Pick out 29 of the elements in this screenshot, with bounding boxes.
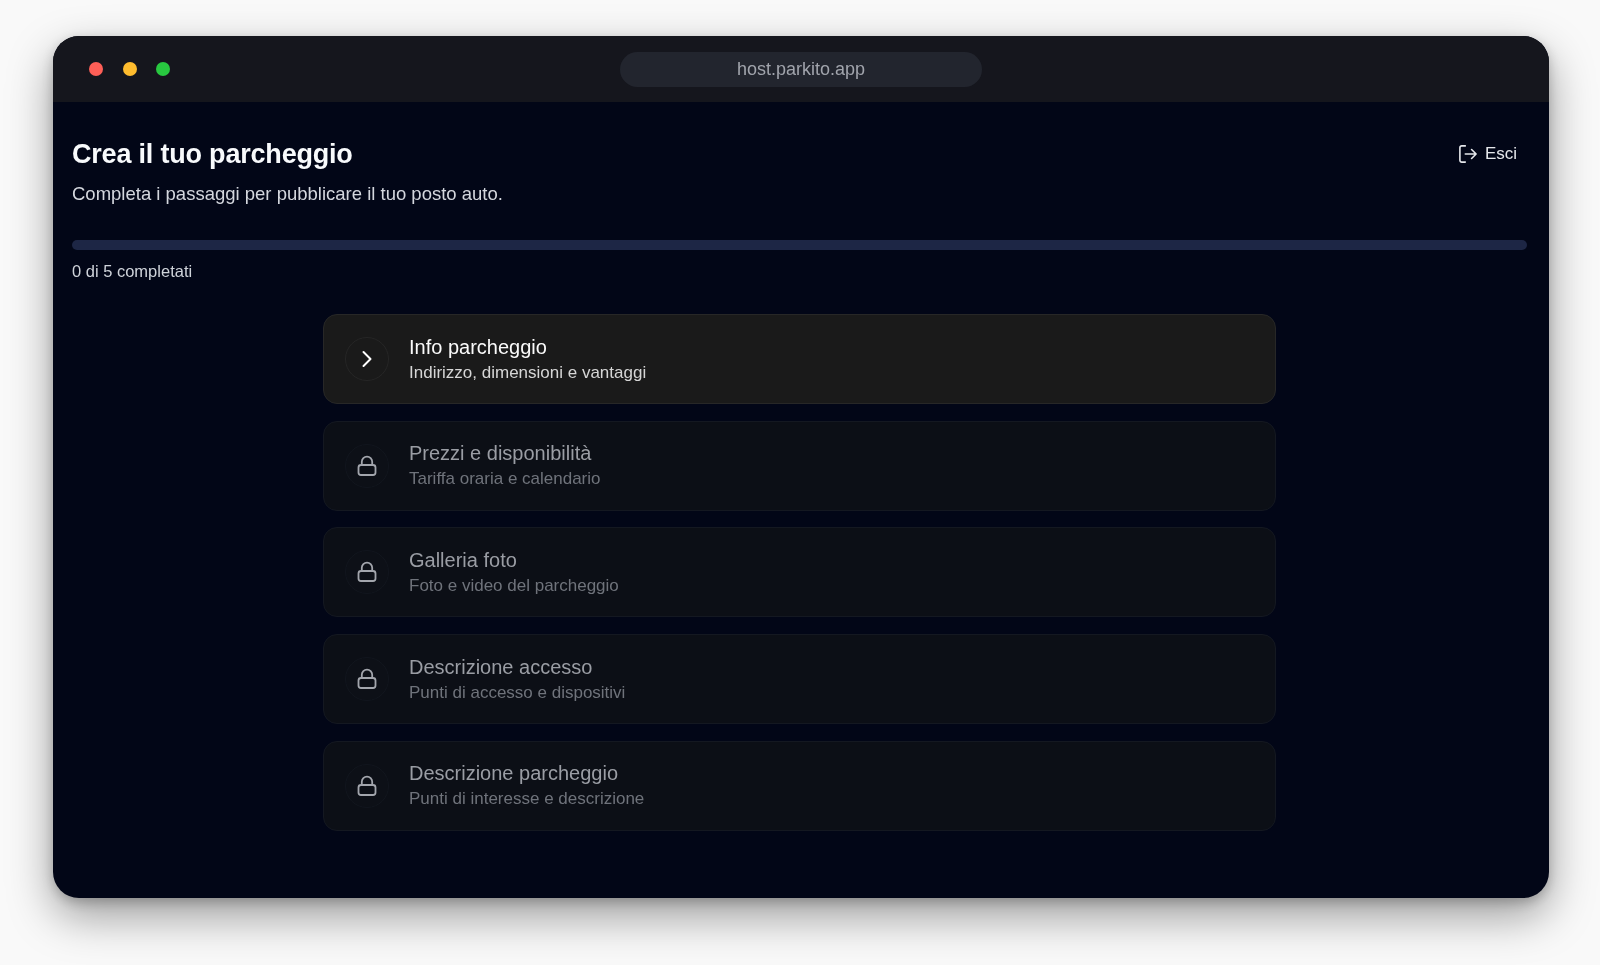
- lock-icon: [345, 657, 389, 702]
- page-subtitle: Completa i passaggi per pubblicare il tuo posto auto.: [72, 182, 503, 206]
- logout-icon: [1458, 145, 1477, 163]
- step-title: Info parcheggio: [409, 334, 547, 360]
- step-card[interactable]: Info parcheggio Indirizzo, dimensioni e vantaggi: [323, 314, 1276, 404]
- step-subtitle: Indirizzo, dimensioni e vantaggi: [409, 361, 647, 384]
- chevron-right-icon: [345, 337, 389, 381]
- maximize-button[interactable]: [156, 62, 170, 76]
- step-subtitle: Tariffa oraria e calendario: [409, 468, 601, 491]
- exit-button[interactable]: Esci: [1448, 137, 1527, 171]
- address-bar[interactable]: host.parkito.app: [620, 52, 982, 87]
- step-subtitle: Punti di accesso e dispositivi: [409, 681, 626, 704]
- lock-icon: [345, 550, 389, 595]
- step-title: Descrizione parcheggio: [409, 761, 618, 787]
- lock-icon: [345, 443, 389, 488]
- step-title: Galleria foto: [409, 547, 517, 573]
- close-button[interactable]: [89, 62, 103, 76]
- step-subtitle: Punti di interesse e descrizione: [409, 788, 645, 811]
- step-card[interactable]: Descrizione accesso Punti di accesso e dispositivi: [323, 634, 1276, 725]
- step-title: Prezzi e disponibilità: [409, 441, 592, 467]
- step-title: Descrizione accesso: [409, 654, 593, 680]
- lock-icon: [345, 763, 389, 808]
- page-title: Crea il tuo parcheggio: [72, 138, 353, 171]
- step-card[interactable]: Descrizione parcheggio Punti di interesse e descrizione: [323, 740, 1276, 831]
- minimize-button[interactable]: [122, 62, 137, 76]
- progress-caption: 0 di 5 completati: [72, 261, 193, 282]
- step-card[interactable]: Prezzi e disponibilità Tariffa oraria e calendario: [323, 420, 1276, 511]
- step-card[interactable]: Galleria foto Foto e video del parcheggio: [323, 527, 1276, 618]
- step-subtitle: Foto e video del parcheggio: [409, 574, 619, 597]
